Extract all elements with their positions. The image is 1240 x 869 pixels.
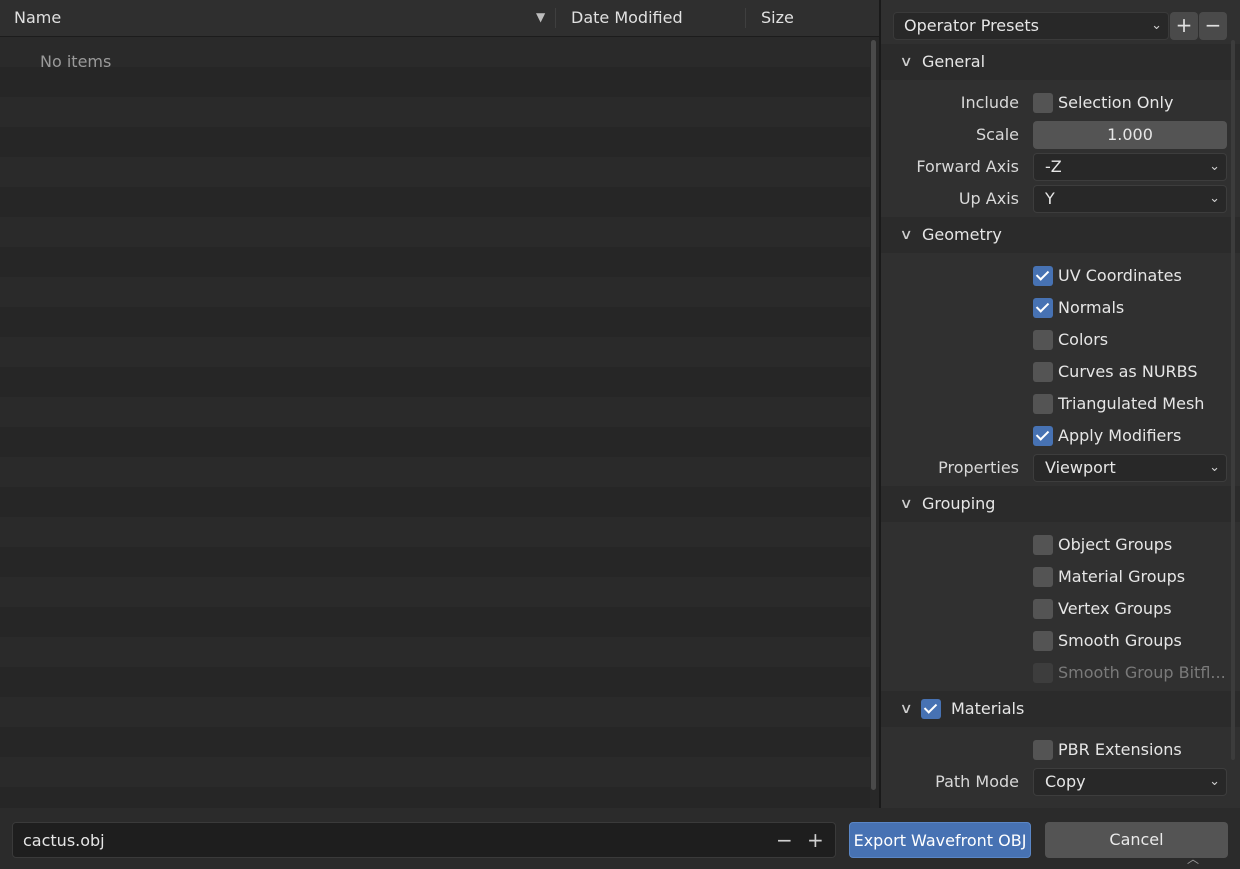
export-settings-panel: Operator Presets ⌄ + − ∨ General Include…	[881, 0, 1240, 808]
filename-input[interactable]	[23, 823, 763, 857]
operator-presets-label: Operator Presets	[904, 16, 1039, 35]
triangulated-mesh-label[interactable]: Triangulated Mesh	[1058, 394, 1204, 413]
vertex-groups-label[interactable]: Vertex Groups	[1058, 599, 1172, 618]
materials-enable-checkbox[interactable]	[921, 699, 941, 719]
properties-value: Viewport	[1045, 458, 1116, 477]
expand-arrow-icon: ∨	[899, 496, 913, 512]
forward-axis-value: -Z	[1045, 157, 1062, 176]
up-axis-label: Up Axis	[958, 189, 1019, 208]
smooth-group-bitflags-label: Smooth Group Bitfl...	[1058, 663, 1226, 682]
normals-label[interactable]: Normals	[1058, 298, 1124, 317]
column-date-modified[interactable]: Date Modified	[571, 0, 683, 36]
path-mode-value: Copy	[1045, 772, 1086, 791]
file-list: Name ▼ Date Modified Size No items	[0, 0, 880, 808]
object-groups-checkbox[interactable]	[1033, 535, 1053, 555]
scale-field[interactable]: 1.000	[1033, 121, 1227, 149]
colors-checkbox[interactable]	[1033, 330, 1053, 350]
forward-axis-dropdown[interactable]: -Z ⌄	[1033, 153, 1227, 181]
column-separator[interactable]	[555, 8, 556, 28]
section-title: Materials	[951, 699, 1025, 718]
cancel-button[interactable]: Cancel	[1045, 822, 1228, 858]
vertex-groups-checkbox[interactable]	[1033, 599, 1053, 619]
selection-only-label[interactable]: Selection Only	[1058, 93, 1173, 112]
chevron-down-icon: ⌄	[1209, 460, 1220, 475]
export-button[interactable]: Export Wavefront OBJ	[849, 822, 1031, 858]
uv-coordinates-label[interactable]: UV Coordinates	[1058, 266, 1182, 285]
include-label: Include	[960, 93, 1019, 112]
section-general-header[interactable]: ∨ General	[881, 44, 1240, 80]
operator-presets-dropdown[interactable]: Operator Presets ⌄	[893, 12, 1169, 40]
add-preset-button[interactable]: +	[1170, 12, 1198, 40]
properties-dropdown[interactable]: Viewport ⌄	[1033, 454, 1227, 482]
path-mode-dropdown[interactable]: Copy ⌄	[1033, 768, 1227, 796]
expand-arrow-icon: ∨	[899, 54, 913, 70]
chevron-down-icon: ⌄	[1209, 774, 1220, 789]
up-axis-value: Y	[1045, 189, 1055, 208]
forward-axis-label: Forward Axis	[916, 157, 1019, 176]
file-list-scrollbar[interactable]	[871, 40, 876, 790]
increment-filename-icon[interactable]: +	[807, 823, 824, 857]
section-materials-header[interactable]: ∨ Materials	[881, 691, 1240, 727]
normals-checkbox[interactable]	[1033, 298, 1053, 318]
properties-label: Properties	[938, 458, 1019, 477]
scale-label: Scale	[975, 125, 1019, 144]
filename-field[interactable]: − +	[12, 822, 836, 858]
curves-as-nurbs-label[interactable]: Curves as NURBS	[1058, 362, 1198, 381]
chevron-down-icon: ⌄	[1151, 18, 1162, 33]
pbr-extensions-label[interactable]: PBR Extensions	[1058, 740, 1182, 759]
pbr-extensions-checkbox[interactable]	[1033, 740, 1053, 760]
apply-modifiers-label[interactable]: Apply Modifiers	[1058, 426, 1181, 445]
column-header: Name ▼ Date Modified Size	[0, 0, 880, 37]
panel-scrollbar[interactable]	[1231, 40, 1235, 760]
section-title: General	[922, 52, 986, 71]
column-separator[interactable]	[745, 8, 746, 28]
smooth-groups-label[interactable]: Smooth Groups	[1058, 631, 1182, 650]
up-axis-dropdown[interactable]: Y ⌄	[1033, 185, 1227, 213]
path-mode-label: Path Mode	[935, 772, 1019, 791]
section-geometry-header[interactable]: ∨ Geometry	[881, 217, 1240, 253]
column-name[interactable]: Name	[14, 0, 61, 36]
remove-preset-button[interactable]: −	[1199, 12, 1227, 40]
smooth-groups-checkbox[interactable]	[1033, 631, 1053, 651]
chevron-down-icon: ⌄	[1209, 191, 1220, 206]
expand-arrow-icon: ∨	[899, 701, 913, 717]
colors-label[interactable]: Colors	[1058, 330, 1108, 349]
section-title: Geometry	[922, 225, 1002, 244]
sort-descending-icon[interactable]: ▼	[536, 0, 545, 34]
smooth-group-bitflags-checkbox	[1033, 663, 1053, 683]
material-groups-label[interactable]: Material Groups	[1058, 567, 1185, 586]
bottom-bar: − + Export Wavefront OBJ Cancel	[0, 808, 1240, 869]
apply-modifiers-checkbox[interactable]	[1033, 426, 1053, 446]
section-grouping-header[interactable]: ∨ Grouping	[881, 486, 1240, 522]
collapse-chevron-icon[interactable]: ︿	[1187, 850, 1199, 867]
material-groups-checkbox[interactable]	[1033, 567, 1053, 587]
curves-as-nurbs-checkbox[interactable]	[1033, 362, 1053, 382]
section-title: Grouping	[922, 494, 996, 513]
expand-arrow-icon: ∨	[899, 227, 913, 243]
empty-list-text: No items	[40, 52, 112, 71]
file-rows[interactable]	[0, 37, 870, 808]
decrement-filename-icon[interactable]: −	[776, 823, 793, 857]
object-groups-label[interactable]: Object Groups	[1058, 535, 1172, 554]
column-size[interactable]: Size	[761, 0, 794, 36]
chevron-down-icon: ⌄	[1209, 159, 1220, 174]
uv-coordinates-checkbox[interactable]	[1033, 266, 1053, 286]
selection-only-checkbox[interactable]	[1033, 93, 1053, 113]
triangulated-mesh-checkbox[interactable]	[1033, 394, 1053, 414]
